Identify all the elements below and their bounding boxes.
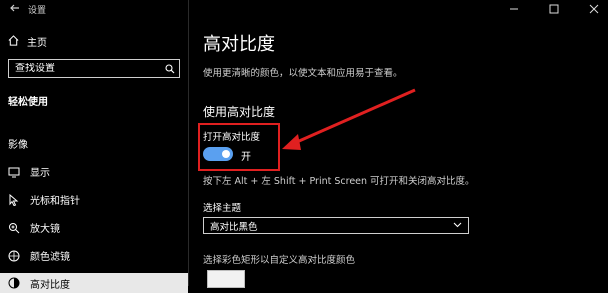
home-label: 主页 [27,38,47,49]
sidebar-item-label: 显示 [30,168,50,179]
search-icon[interactable] [161,63,179,74]
sidebar-item-color-filter[interactable]: 颜色滤镜 [8,248,70,263]
main-content: 高对比度 使用更清晰的颜色，以使文本和应用易于查看。 使用高对比度 打开高对比度… [189,0,608,288]
search-box[interactable] [8,59,180,78]
back-arrow-icon[interactable] [10,3,20,16]
window-title: 设置 [10,3,46,16]
sidebar-item-magnifier[interactable]: 放大镜 [8,220,60,235]
high-contrast-toggle[interactable] [203,147,233,161]
maximize-icon[interactable] [548,3,560,15]
sidebar: 设置 主页 轻松使用 影像 显示 光标和指针 放大镜 颜色 [0,0,188,293]
sidebar-item-label: 高对比度 [30,279,70,291]
home-icon [8,34,19,49]
group-label: 影像 [8,140,28,151]
shortcut-hint: 按下左 Alt + 左 Shift + Print Screen 可打开和关闭高… [203,176,475,187]
section-heading: 轻松使用 [8,97,48,108]
sidebar-item-label: 放大镜 [30,224,60,235]
toggle-knob [222,150,230,158]
close-icon[interactable] [588,3,600,15]
section-subheading: 使用高对比度 [203,105,276,119]
sidebar-item-label: 光标和指针 [30,196,80,207]
window-controls [508,3,600,15]
theme-label: 选择主题 [203,203,242,214]
sidebar-item-display[interactable]: 显示 [8,164,50,179]
theme-dropdown[interactable]: 高对比黑色 [203,217,469,234]
high-contrast-icon [8,277,20,289]
sidebar-item-high-contrast[interactable]: 高对比度 [0,273,188,293]
cursor-icon [8,193,20,206]
theme-dropdown-value: 高对比黑色 [210,221,258,233]
window-title-text: 设置 [28,6,47,16]
color-filter-icon [8,250,20,262]
color-customize-prompt: 选择彩色矩形以自定义高对比度颜色 [203,255,356,266]
toggle-state-label: 开 [241,152,251,163]
magnifier-icon [8,222,20,234]
search-input[interactable] [9,63,161,74]
page-title: 高对比度 [203,34,275,55]
chevron-down-icon [453,220,462,231]
home-link[interactable]: 主页 [8,34,47,49]
display-icon [8,166,20,178]
minimize-icon[interactable] [508,3,520,15]
sidebar-item-cursor[interactable]: 光标和指针 [8,192,80,207]
page-description: 使用更清晰的颜色，以使文本和应用易于查看。 [203,68,403,79]
color-swatch[interactable] [207,270,245,288]
sidebar-item-label: 颜色滤镜 [30,252,70,263]
toggle-label: 打开高对比度 [203,132,261,143]
